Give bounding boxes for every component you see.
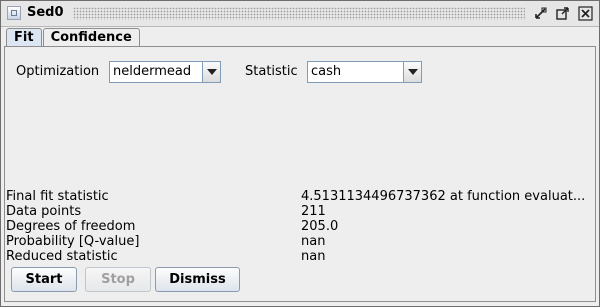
- result-value-final-fit-statistic: 4.5131134496737362 at function evaluat..…: [301, 189, 586, 204]
- window-title: Sed0: [27, 5, 64, 20]
- tab-confidence[interactable]: Confidence: [42, 28, 140, 46]
- result-label-degrees-of-freedom: Degrees of freedom: [6, 219, 136, 234]
- stop-button[interactable]: Stop: [85, 267, 151, 292]
- chevron-down-icon[interactable]: [403, 62, 421, 82]
- tab-strip: Fit Confidence: [6, 28, 141, 47]
- window-app-icon: [7, 6, 21, 20]
- statistic-value: cash: [311, 64, 342, 79]
- maximize-icon[interactable]: [555, 6, 570, 21]
- result-label-probability: Probability [Q-value]: [6, 234, 140, 249]
- close-icon[interactable]: [578, 6, 593, 21]
- iconify-icon[interactable]: [533, 6, 548, 21]
- start-button[interactable]: Start: [11, 267, 77, 292]
- optimization-select[interactable]: neldermead: [109, 61, 221, 83]
- result-label-data-points: Data points: [6, 204, 82, 219]
- title-bar[interactable]: Sed0: [1, 1, 599, 27]
- optimization-label: Optimization: [16, 64, 100, 79]
- statistic-label: Statistic: [245, 64, 298, 79]
- dismiss-button[interactable]: Dismiss: [155, 267, 240, 292]
- result-value-data-points: 211: [301, 204, 326, 219]
- optimization-value: neldermead: [113, 64, 192, 79]
- statistic-select[interactable]: cash: [307, 61, 422, 83]
- fit-panel: Optimization neldermead Statistic cash F…: [4, 46, 596, 302]
- result-value-reduced-statistic: nan: [301, 249, 326, 264]
- result-label-final-fit-statistic: Final fit statistic: [6, 189, 109, 204]
- chevron-down-icon[interactable]: [202, 62, 220, 82]
- sed-window: Sed0 Fit Confidence Optimization nelderm…: [0, 0, 600, 307]
- tab-fit[interactable]: Fit: [6, 28, 42, 47]
- result-label-reduced-statistic: Reduced statistic: [6, 249, 118, 264]
- title-bar-grip: [73, 7, 525, 20]
- result-value-probability: nan: [301, 234, 326, 249]
- result-value-degrees-of-freedom: 205.0: [301, 219, 339, 234]
